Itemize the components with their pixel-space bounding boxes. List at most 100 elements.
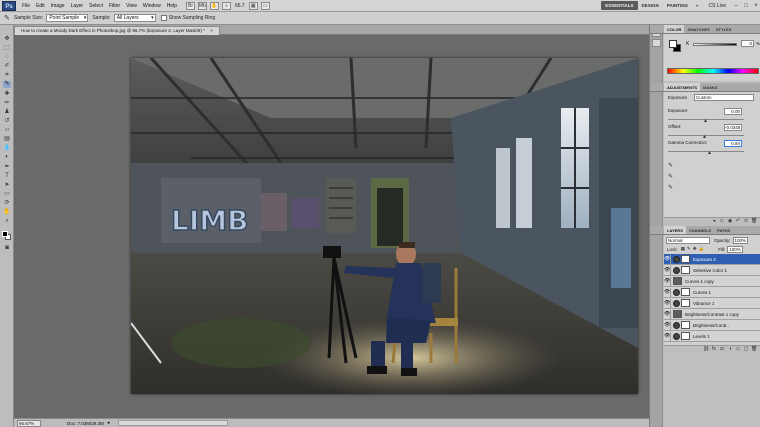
gamma-slider[interactable] <box>668 151 744 152</box>
layer-row[interactable]: 👁 Vibrance 1 <box>664 298 760 309</box>
tab-paths[interactable]: PATHS <box>714 226 733 234</box>
sample-size-select[interactable]: Point Sample <box>46 14 89 22</box>
zoom-icon[interactable]: ⌕ <box>221 1 231 10</box>
layer-row[interactable]: 👁 Exposure 2 <box>664 254 760 265</box>
offset-slider[interactable] <box>668 135 744 136</box>
view-previous-state-icon[interactable]: ↶ <box>735 219 741 224</box>
brush-tool-icon[interactable]: ✏ <box>3 100 11 107</box>
gradient-tool-icon[interactable]: ▤ <box>3 136 11 143</box>
set-gray-point-eyedropper-icon[interactable]: ✎ <box>668 173 673 180</box>
pen-tool-icon[interactable]: ✒ <box>3 164 11 171</box>
horizontal-scrollbar[interactable] <box>118 420 229 426</box>
layer-mask-thumbnail[interactable] <box>681 255 690 263</box>
set-white-point-eyedropper-icon[interactable]: ✎ <box>668 184 673 191</box>
status-zoom-field[interactable]: 66.67% <box>17 419 41 427</box>
layer-visibility-eye-icon[interactable]: 👁 <box>664 265 671 275</box>
menu-select[interactable]: Select <box>86 3 106 9</box>
workspace-design[interactable]: DESIGN <box>638 1 663 10</box>
hand-tool-icon[interactable]: ✋ <box>3 209 11 216</box>
quick-selection-tool-icon[interactable]: ✐ <box>3 63 11 70</box>
path-selection-tool-icon[interactable]: ➤ <box>3 182 11 189</box>
tab-layers[interactable]: LAYERS <box>664 226 686 234</box>
healing-brush-tool-icon[interactable]: ✚ <box>3 91 11 98</box>
minimize-icon[interactable]: – <box>732 2 740 10</box>
menu-window[interactable]: Window <box>140 3 164 9</box>
fill-value[interactable]: 100% <box>727 245 743 253</box>
layer-row[interactable]: 👁 Curves 1 copy <box>664 276 760 287</box>
layer-row[interactable]: 👁 Selective Color 1 <box>664 265 760 276</box>
zoom-level[interactable]: 66.7 <box>235 3 245 9</box>
shape-tool-icon[interactable]: ▭ <box>3 191 11 198</box>
cs-live-button[interactable]: CS Live <box>708 3 726 9</box>
clone-stamp-tool-icon[interactable]: ♟ <box>3 109 11 116</box>
quick-mask-icon[interactable]: ◙ <box>3 245 11 252</box>
document-close-icon[interactable]: × <box>210 28 213 33</box>
layer-row[interactable]: 👁 Curves 1 <box>664 287 760 298</box>
layer-mask-thumbnail[interactable] <box>681 299 690 307</box>
close-icon[interactable]: × <box>752 2 760 10</box>
menu-view[interactable]: View <box>123 3 140 9</box>
layer-visibility-eye-icon[interactable]: 👁 <box>664 287 671 297</box>
layer-style-icon[interactable]: fx <box>711 347 717 352</box>
arrange-documents-icon[interactable]: ▦ <box>248 1 258 10</box>
workspace-essentials[interactable]: ESSENTIALS <box>601 1 638 10</box>
layer-visibility-eye-icon[interactable]: 👁 <box>664 276 671 286</box>
blur-tool-icon[interactable]: 💧 <box>3 145 11 152</box>
layer-row[interactable]: 👁 Brightness/Contr... <box>664 320 760 331</box>
move-tool-icon[interactable]: ✥ <box>3 36 11 43</box>
layer-row[interactable]: 👁 Brightness/Contrast 1 copy <box>664 309 760 320</box>
link-layers-icon[interactable]: ⛓ <box>703 347 709 352</box>
tab-swatches[interactable]: SWATCHES <box>684 25 712 33</box>
new-adjustment-layer-icon[interactable]: ◑ <box>727 347 733 352</box>
layer-row[interactable]: 👁 Levels 1 <box>664 331 760 342</box>
adjustment-preset-select[interactable]: Custom <box>694 94 754 101</box>
eraser-tool-icon[interactable]: ▱ <box>3 127 11 134</box>
actions-panel-icon[interactable] <box>652 39 661 47</box>
k-channel-value[interactable]: 0 <box>741 40 754 47</box>
type-tool-icon[interactable]: T <box>3 173 11 180</box>
layer-visibility-eye-icon[interactable]: 👁 <box>664 254 671 264</box>
foreground-color-swatch[interactable] <box>2 231 8 237</box>
reset-icon[interactable]: ↺ <box>743 219 749 224</box>
layer-mask-thumbnail[interactable] <box>681 321 690 329</box>
visibility-toggle-icon[interactable]: ◉ <box>727 219 733 224</box>
tab-styles[interactable]: STYLES <box>713 25 735 33</box>
lock-all-icon[interactable]: 🔒 <box>699 246 705 252</box>
3d-rotate-tool-icon[interactable]: ⟳ <box>3 200 11 207</box>
history-brush-tool-icon[interactable]: ↺ <box>3 118 11 125</box>
delete-adjustment-icon[interactable]: 🗑 <box>751 219 757 224</box>
tab-color[interactable]: COLOR <box>664 25 685 33</box>
crop-tool-icon[interactable]: ⌗ <box>3 72 11 79</box>
bridge-icon[interactable]: Br <box>185 1 195 10</box>
sample-select[interactable]: All Layers <box>113 14 156 22</box>
menu-file[interactable]: File <box>19 3 33 9</box>
clip-to-layer-icon[interactable]: ⊂ <box>719 219 725 224</box>
color-spectrum-bar[interactable] <box>667 68 759 74</box>
menu-layer[interactable]: Layer <box>68 3 87 9</box>
exposure-slider[interactable] <box>668 119 744 120</box>
k-channel-slider[interactable] <box>693 43 737 46</box>
menu-help[interactable]: Help <box>164 3 180 9</box>
eyedropper-tool-preset-icon[interactable]: ✎ <box>4 14 10 22</box>
tab-adjustments[interactable]: ADJUSTMENTS <box>664 83 701 91</box>
delete-layer-icon[interactable]: 🗑 <box>751 347 757 352</box>
layer-mask-thumbnail[interactable] <box>681 266 690 274</box>
lock-transparent-icon[interactable]: ▦ <box>681 246 685 252</box>
more-workspaces-icon[interactable]: » <box>692 1 703 10</box>
zoom-tool-icon[interactable]: ⌕ <box>3 218 11 225</box>
offset-value[interactable]: -0.0348 <box>724 124 742 131</box>
new-layer-icon[interactable]: ▢ <box>743 347 749 352</box>
document-tab[interactable]: How to create a Moody Dark Effect in Pho… <box>14 26 220 35</box>
maximize-icon[interactable]: □ <box>742 2 750 10</box>
dodge-tool-icon[interactable]: ◐ <box>3 154 11 161</box>
layer-mask-thumbnail[interactable] <box>681 332 690 340</box>
color-panel-foreground-swatch[interactable] <box>669 40 677 48</box>
tab-masks[interactable]: MASKS <box>700 83 720 91</box>
layer-visibility-eye-icon[interactable]: 👁 <box>664 320 671 330</box>
set-black-point-eyedropper-icon[interactable]: ✎ <box>668 162 673 169</box>
add-mask-icon[interactable]: ◘ <box>719 347 725 352</box>
tab-channels[interactable]: CHANNELS <box>686 226 714 234</box>
status-menu-arrow-icon[interactable]: ▸ <box>108 420 111 426</box>
lock-brush-icon[interactable]: ✎ <box>687 246 691 252</box>
layer-visibility-eye-icon[interactable]: 👁 <box>664 298 671 308</box>
